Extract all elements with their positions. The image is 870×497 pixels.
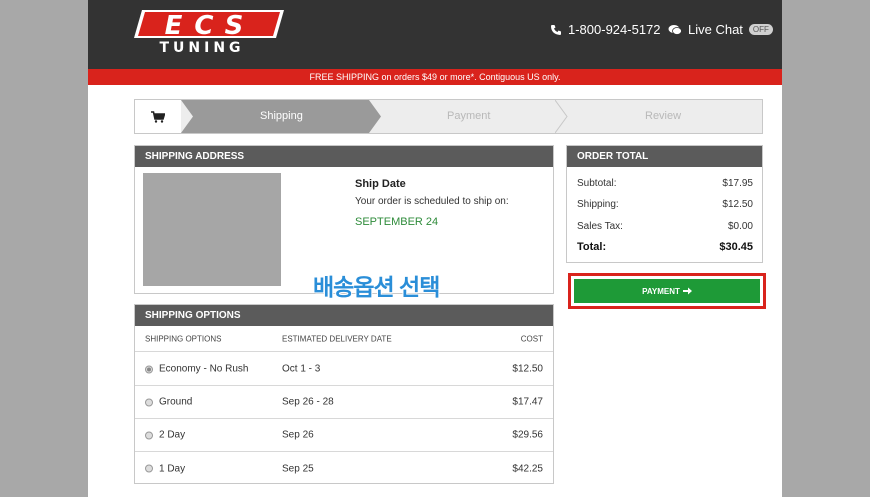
shipping-label: Shipping: [577,199,619,210]
option-cost: $12.50 [512,363,543,375]
shipping-options-card: SHIPPING OPTIONS SHIPPING OPTIONS ESTIMA… [134,304,554,484]
option-date: Oct 1 - 3 [282,363,321,375]
col-shipping-options: SHIPPING OPTIONS [145,334,222,344]
shipping-row: Shipping: $12.50 [577,199,753,210]
step-cart[interactable] [135,100,181,133]
checkout-page: ECS TUNING 1-800-924-5172 Live Chat OFF … [88,0,782,497]
payment-button-highlight: PAYMENT [568,273,766,309]
step-divider [555,100,568,133]
cart-icon [151,110,165,123]
shipping-option-2-day[interactable]: 2 Day Sep 26 $29.56 [135,419,553,452]
option-cost: $29.56 [512,429,543,441]
option-name: Ground [159,396,193,408]
site-header: ECS TUNING 1-800-924-5172 Live Chat OFF [88,0,782,69]
ship-date-text: Your order is scheduled to ship on: [355,196,509,207]
step-review[interactable]: Review [645,110,681,122]
step-payment[interactable]: Payment [447,110,490,122]
col-estimated-delivery: ESTIMATED DELIVERY DATE [282,334,392,344]
option-name-cell: Economy - No Rush [145,364,248,375]
logo-bottom-text: TUNING [159,40,244,54]
shipping-option-annotation: 배송옵션 선택 [313,274,440,300]
order-total-heading: ORDER TOTAL [567,146,762,167]
option-cost: $17.47 [512,396,543,408]
live-chat-button[interactable]: Live Chat OFF [668,22,773,37]
checkout-steps: Shipping Payment Review [134,99,763,134]
option-name-cell: 1 Day [145,463,185,474]
free-shipping-banner: FREE SHIPPING on orders $49 or more*. Co… [88,69,782,85]
option-date: Sep 26 [282,429,314,441]
total-value: $30.45 [719,241,753,253]
subtotal-value: $17.95 [722,178,753,189]
shipping-value: $12.50 [722,199,753,210]
option-date: Sep 25 [282,463,314,474]
shipping-options-header-row: SHIPPING OPTIONS ESTIMATED DELIVERY DATE… [135,327,553,352]
option-name: Economy - No Rush [159,363,249,375]
radio-unselected[interactable] [145,398,153,406]
option-name-cell: 2 Day [145,430,185,441]
chat-icon [668,24,682,35]
arrow-right-icon [682,287,692,295]
payment-button-label: PAYMENT [642,286,680,296]
phone-icon [551,24,561,35]
ship-date-title: Ship Date [355,178,406,190]
live-chat-label: Live Chat [688,22,743,37]
shipping-address-heading: SHIPPING ADDRESS [135,146,553,167]
subtotal-label: Subtotal: [577,178,617,189]
payment-button[interactable]: PAYMENT [574,279,760,303]
option-name: 2 Day [159,429,186,441]
step-shipping[interactable]: Shipping [260,110,303,122]
sales-tax-row: Sales Tax: $0.00 [577,221,753,232]
radio-unselected[interactable] [145,431,153,439]
radio-selected[interactable] [145,365,153,373]
option-date: Sep 26 - 28 [282,396,334,408]
total-row: Total: $30.45 [577,241,753,253]
total-label: Total: [577,241,607,253]
option-name: 1 Day [159,463,186,474]
phone-link[interactable]: 1-800-924-5172 [550,22,661,37]
shipping-option-economy[interactable]: Economy - No Rush Oct 1 - 3 $12.50 [135,353,553,386]
ecs-tuning-logo[interactable]: ECS TUNING [134,8,284,54]
phone-number: 1-800-924-5172 [568,22,661,37]
logo-top-text: ECS [165,11,256,41]
option-cost: $42.25 [512,463,543,474]
ship-date-value: SEPTEMBER 24 [355,216,439,228]
ship-date-block: Ship Date Your order is scheduled to shi… [355,178,509,228]
chat-status-badge: OFF [748,24,773,35]
sales-tax-value: $0.00 [727,221,753,232]
shipping-options-heading: SHIPPING OPTIONS [135,305,553,326]
address-placeholder-image [143,173,281,286]
sales-tax-label: Sales Tax: [577,221,623,232]
option-name-cell: Ground [145,397,192,408]
order-total-card: ORDER TOTAL Subtotal: $17.95 Shipping: $… [566,145,763,263]
shipping-option-1-day[interactable]: 1 Day Sep 25 $42.25 [135,452,553,485]
subtotal-row: Subtotal: $17.95 [577,178,753,189]
col-cost: COST [520,334,543,344]
radio-unselected[interactable] [145,464,153,473]
shipping-option-ground[interactable]: Ground Sep 26 - 28 $17.47 [135,386,553,419]
